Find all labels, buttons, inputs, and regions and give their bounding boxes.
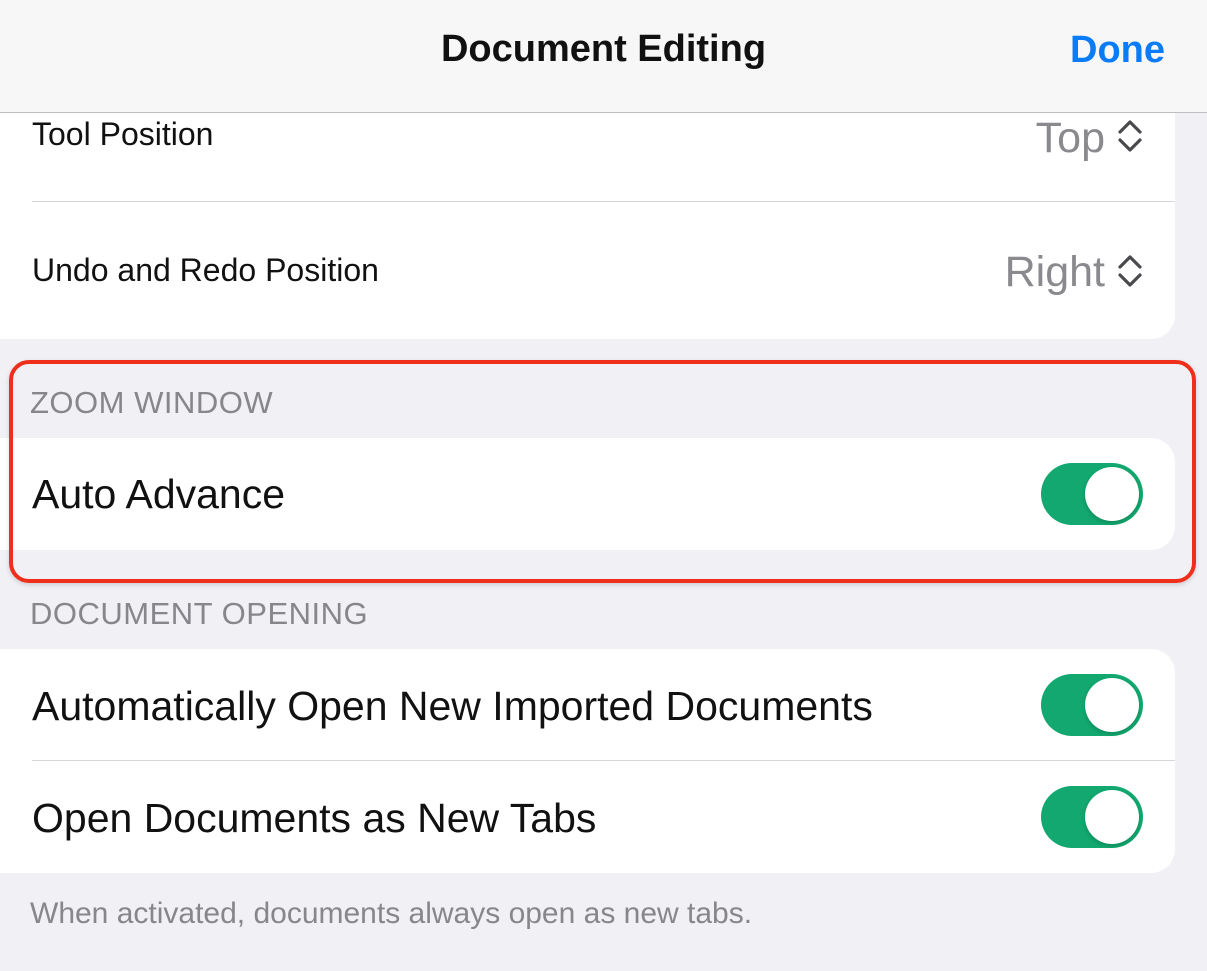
auto-open-imported-toggle[interactable] (1041, 674, 1143, 736)
undo-redo-position-row[interactable]: Undo and Redo Position Right (0, 202, 1175, 339)
open-as-tabs-row: Open Documents as New Tabs (0, 761, 1175, 873)
chevron-updown-icon (1118, 255, 1142, 287)
toggle-knob (1085, 467, 1139, 521)
page-title: Document Editing (440, 28, 767, 70)
settings-screen: Document Editing Done Tool Position Top … (0, 0, 1207, 971)
toggle-knob (1085, 790, 1139, 844)
auto-advance-row: Auto Advance (0, 438, 1175, 550)
chevron-updown-icon (1118, 120, 1142, 152)
auto-open-imported-row: Automatically Open New Imported Document… (0, 649, 1175, 760)
zoom-window-section-header: ZOOM WINDOW (30, 385, 274, 420)
auto-open-imported-label: Automatically Open New Imported Document… (32, 683, 873, 729)
document-opening-section-header: DOCUMENT OPENING (30, 596, 369, 631)
document-opening-card: Automatically Open New Imported Document… (0, 649, 1175, 873)
open-as-tabs-toggle[interactable] (1041, 786, 1143, 848)
tool-position-value: Top (1035, 114, 1105, 162)
auto-advance-label: Auto Advance (32, 471, 286, 517)
undo-redo-position-value: Right (1004, 248, 1105, 296)
navigation-bar: Document Editing Done (0, 0, 1207, 113)
tool-position-row[interactable]: Tool Position Top (0, 112, 1175, 201)
tool-position-label: Tool Position (32, 116, 214, 152)
done-button[interactable]: Done (1070, 29, 1165, 72)
toggle-knob (1085, 678, 1139, 732)
document-opening-footer: When activated, documents always open as… (30, 897, 753, 930)
zoom-window-card: Auto Advance (0, 438, 1175, 550)
undo-redo-position-label: Undo and Redo Position (32, 252, 379, 288)
auto-advance-toggle[interactable] (1041, 463, 1143, 525)
position-settings-card: Tool Position Top Undo and Redo Position… (0, 112, 1175, 339)
open-as-tabs-label: Open Documents as New Tabs (32, 795, 597, 841)
